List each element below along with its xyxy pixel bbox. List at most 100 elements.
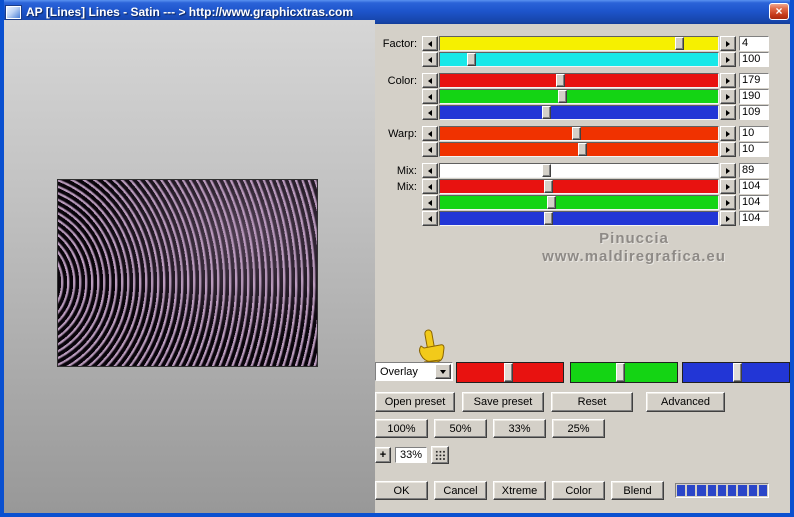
zoom-value-field[interactable]: 33% [395,447,427,463]
slider-thumb[interactable] [675,37,685,50]
open-preset-button[interactable]: Open preset [375,392,455,412]
advanced-button[interactable]: Advanced [646,392,725,412]
slider-row: Warp: 10 [375,126,769,141]
slider-right-arrow[interactable] [720,126,736,141]
slider-thumb[interactable] [466,53,476,66]
channel-thumb[interactable] [615,363,625,382]
slider-right-arrow[interactable] [720,179,736,194]
cancel-button[interactable]: Cancel [434,481,487,500]
slider-value-field[interactable]: 10 [739,142,769,157]
close-button[interactable]: × [769,3,789,20]
progress-segment [748,485,757,496]
slider-left-arrow[interactable] [422,163,438,178]
arrow-right-icon [726,93,730,100]
watermark-line1: Pinuccia [599,230,669,247]
slider-left-arrow[interactable] [422,52,438,67]
slider-left-arrow[interactable] [422,195,438,210]
progress-segment [677,485,686,496]
slider-track[interactable] [439,52,719,67]
slider-thumb[interactable] [541,106,551,119]
slider-row: Factor: 4 [375,36,769,51]
slider-value-field[interactable]: 190 [739,89,769,104]
slider-value-field[interactable]: 179 [739,73,769,88]
slider-value-field[interactable]: 104 [739,211,769,226]
channel-thumb[interactable] [733,363,743,382]
arrow-left-icon [428,199,432,206]
slider-value-field[interactable]: 104 [739,179,769,194]
slider-row: 190 [375,89,769,104]
slider-thumb[interactable] [558,90,568,103]
progress-segment [738,485,747,496]
arrow-left-icon [428,77,432,84]
slider-right-arrow[interactable] [720,195,736,210]
slider-track[interactable] [439,36,719,51]
channel-slider-red[interactable] [456,362,564,383]
color-button[interactable]: Color [552,481,605,500]
slider-left-arrow[interactable] [422,211,438,226]
slider-right-arrow[interactable] [720,73,736,88]
slider-track[interactable] [439,73,719,88]
slider-value-field[interactable]: 104 [739,195,769,210]
blend-mode-value: Overlay [380,365,418,378]
channel-slider-green[interactable] [570,362,678,383]
slider-track[interactable] [439,179,719,194]
slider-left-arrow[interactable] [422,89,438,104]
zoom-33-button[interactable]: 33% [493,419,546,438]
slider-value-field[interactable]: 4 [739,36,769,51]
arrow-right-icon [726,183,730,190]
slider-value-field[interactable]: 89 [739,163,769,178]
slider-label: Color: [387,74,417,87]
channel-thumb[interactable] [503,363,513,382]
slider-thumb[interactable] [547,196,557,209]
blend-mode-select[interactable]: Overlay [375,362,453,381]
slider-value-field[interactable]: 100 [739,52,769,67]
dropdown-button[interactable] [435,364,451,379]
slider-right-arrow[interactable] [720,211,736,226]
slider-thumb[interactable] [544,212,554,225]
slider-left-arrow[interactable] [422,142,438,157]
preview-image[interactable] [57,179,318,367]
slider-track[interactable] [439,163,719,178]
slider-track[interactable] [439,195,719,210]
slider-right-arrow[interactable] [720,142,736,157]
slider-left-arrow[interactable] [422,105,438,120]
slider-track[interactable] [439,142,719,157]
slider-left-arrow[interactable] [422,36,438,51]
slider-left-arrow[interactable] [422,73,438,88]
slider-thumb[interactable] [541,164,551,177]
channel-slider-blue[interactable] [682,362,790,383]
slider-left-arrow[interactable] [422,179,438,194]
xtreme-button[interactable]: Xtreme [493,481,546,500]
slider-track[interactable] [439,105,719,120]
slider-track[interactable] [439,211,719,226]
slider-row: Mix: 104 [375,179,769,194]
slider-value-field[interactable]: 109 [739,105,769,120]
slider-right-arrow[interactable] [720,89,736,104]
slider-right-arrow[interactable] [720,52,736,67]
slider-right-arrow[interactable] [720,105,736,120]
keypad-button[interactable] [431,446,449,464]
slider-thumb[interactable] [555,74,565,87]
slider-right-arrow[interactable] [720,163,736,178]
arrow-left-icon [428,130,432,137]
zoom-25-button[interactable]: 25% [552,419,605,438]
watermark-line2: www.maldiregrafica.eu [542,248,726,265]
save-preset-button[interactable]: Save preset [462,392,544,412]
blend-button[interactable]: Blend [611,481,664,500]
chevron-down-icon [440,369,446,374]
slider-left-arrow[interactable] [422,126,438,141]
arrow-left-icon [428,146,432,153]
ok-button[interactable]: OK [375,481,428,500]
slider-value-field[interactable]: 10 [739,126,769,141]
zoom-50-button[interactable]: 50% [434,419,487,438]
zoom-100-button[interactable]: 100% [375,419,428,438]
slider-thumb[interactable] [544,180,554,193]
slider-thumb[interactable] [572,127,582,140]
slider-track[interactable] [439,89,719,104]
reset-button[interactable]: Reset [551,392,633,412]
slider-right-arrow[interactable] [720,36,736,51]
arrow-left-icon [428,40,432,47]
slider-thumb[interactable] [577,143,587,156]
slider-track[interactable] [439,126,719,141]
zoom-plus-button[interactable]: + [375,447,391,463]
